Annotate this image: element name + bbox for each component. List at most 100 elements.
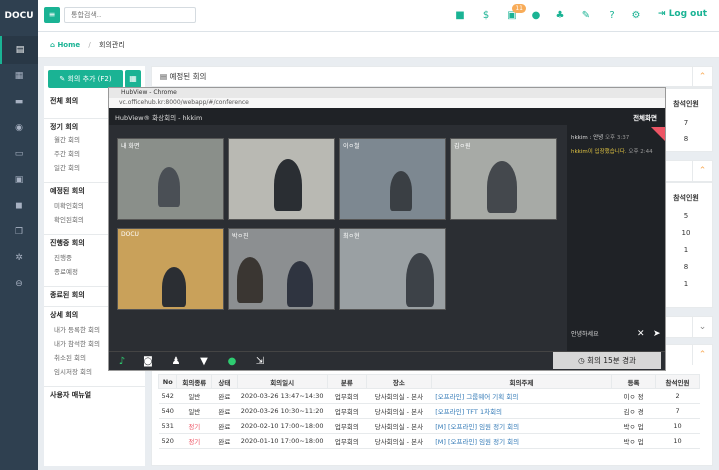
meeting-table: No 회의종류 상태 회의일시 분류 장소 회의주제 등록 참석인원 542 일반 완료 2020-0… [157, 374, 700, 449]
table-row[interactable]: 542 일반 완료 2020-03-26 13:47~14:30 업무회의 당사회의실 -… [158, 388, 700, 404]
column-header[interactable]: 상태 [211, 374, 238, 389]
table-cell[interactable]: [오프라인] TFT 1차회의 [431, 403, 612, 419]
elapsed-timer: ◷ 회의 15분 경과 [553, 352, 661, 369]
column-header[interactable]: 회의종류 [176, 374, 213, 389]
sidebar-globe-icon[interactable]: ◉ [0, 114, 38, 142]
tile-label: 이ㅇ철 [343, 143, 360, 150]
help-icon[interactable]: ? [604, 8, 620, 24]
tile-label: 김ㅇ원 [454, 143, 471, 150]
sidebar-meetings-icon[interactable]: ▤ [0, 36, 38, 64]
fullscreen-button[interactable]: 전체화면 [633, 112, 657, 122]
add-participant-icon[interactable]: ♟ [169, 355, 183, 368]
presenter-icon[interactable]: ▼ [197, 355, 211, 368]
elapsed-timer-text: 회의 15분 경과 [587, 356, 636, 365]
dollar-icon[interactable]: $ [478, 8, 494, 24]
chat-panel: hkkim : 안녕 오후 3:37 hkkim이 입장했습니다. 오후 2:4… [567, 125, 665, 351]
notification-icon[interactable]: ▣ 11 [504, 4, 526, 24]
sidebar-calendar-icon[interactable]: ▣ [0, 166, 38, 194]
table-cell: 10 [655, 433, 700, 449]
sidebar-copy-icon[interactable]: ❐ [0, 218, 38, 246]
column-header[interactable]: No [157, 374, 178, 389]
table-cell: 2020-01-10 17:00~18:00 [237, 433, 328, 449]
settings-icon[interactable]: ⚙ [628, 8, 644, 24]
video-tile[interactable]: 내 화면 [117, 138, 224, 220]
send-icon[interactable]: ➤ [653, 329, 661, 339]
table-cell: 2020-03-26 10:30~11:20 [237, 403, 328, 419]
column-header[interactable]: 회의일시 [236, 374, 328, 389]
sidebar-cart-icon[interactable]: ▬ [0, 88, 38, 116]
lock-icon[interactable]: ● [528, 8, 544, 24]
sidebar-docs-icon[interactable]: ▦ [0, 62, 38, 90]
clear-icon[interactable]: ✕ [637, 329, 645, 339]
table-cell: 완료 [211, 403, 238, 419]
tile-label: 내 화면 [121, 143, 140, 150]
table-row[interactable]: 540 일반 완료 2020-03-26 10:30~11:20 업무회의 당사회의실 -… [158, 403, 700, 419]
breadcrumb-home-label: Home [57, 41, 81, 49]
table-row[interactable]: 520 정기 완료 2020-01-10 17:00~18:00 업무회의 당사회의실 -… [158, 433, 700, 449]
chat-message: hkkim이 입장했습니다. 오후 2:44 [571, 147, 653, 155]
table-cell: 당사회의실 - 본사 [366, 418, 432, 434]
attendee-count: 10 [681, 229, 691, 237]
add-meeting-button[interactable]: ✎ 회의 추가 (F2) [48, 70, 123, 88]
chat-icon[interactable]: ● [225, 355, 239, 368]
scheduled-panel-header: ▤ 예정된 회의 [152, 67, 712, 87]
column-header[interactable]: 참석인원 [655, 374, 700, 389]
table-cell: 김ㅇ 경 [611, 403, 656, 419]
table-cell: 완료 [211, 433, 238, 449]
video-tile[interactable]: 김ㅇ원 [450, 138, 557, 220]
table-row[interactable]: 531 정기 완료 2020-02-10 17:00~18:00 업무회의 당사회의실 -… [158, 418, 700, 434]
scheduled-panel: ▤ 예정된 회의 ⌃ [151, 66, 713, 88]
table-cell: 일반 [176, 403, 212, 419]
chevron-up-icon[interactable]: ⌃ [692, 161, 712, 181]
participant-figure [487, 161, 517, 213]
menu-toggle-button[interactable]: ≡ [44, 7, 60, 23]
sidebar-item-17[interactable]: 사용자 매뉴얼 [44, 386, 145, 400]
table-cell: 당사회의실 - 본사 [366, 433, 432, 449]
table-cell: 완료 [211, 388, 238, 404]
chevron-up-icon[interactable]: ⌃ [692, 67, 712, 87]
participant-figure [237, 257, 263, 303]
address-bar[interactable]: vc.officehub.kr:8000/webapp/#/conference [109, 98, 665, 108]
column-header[interactable]: 회의주제 [430, 374, 613, 389]
table-cell: 일반 [176, 388, 212, 404]
chat-message: hkkim : 안녕 오후 3:37 [571, 133, 629, 141]
camera-icon[interactable]: ◙ [141, 355, 155, 368]
microphone-icon[interactable]: ♪ [115, 355, 129, 368]
table-cell[interactable]: [오프라인] 그룹웨어 기획 회의 [431, 388, 612, 404]
participant-figure [287, 261, 313, 307]
table-cell: 7 [655, 403, 700, 419]
chevron-up-icon[interactable]: ⌃ [692, 345, 712, 365]
table-cell: 이ㅇ 정 [611, 388, 656, 404]
video-tile[interactable] [228, 138, 335, 220]
logout-button[interactable]: ⇥ Log out [658, 9, 707, 19]
chat-message-text: hkkim이 입장했습니다. [571, 149, 627, 155]
table-cell: 520 [158, 433, 177, 449]
table-cell[interactable]: [M] [오프라인] 임원 정기 회의 [431, 418, 612, 434]
tile-label: DOCU [121, 231, 139, 238]
column-header[interactable]: 분류 [326, 374, 368, 389]
chevron-down-icon[interactable]: ⌄ [692, 317, 712, 337]
video-tile[interactable]: 박ㅇ진 [228, 228, 335, 310]
table-cell: 업무회의 [327, 388, 367, 404]
attendee-count: 8 [683, 135, 689, 143]
sidebar-gear-icon[interactable]: ✲ [0, 244, 38, 272]
video-tile[interactable]: 최ㅇ현 [339, 228, 446, 310]
attendee-count: 8 [683, 263, 689, 271]
chat-message-time: 오후 2:44 [628, 149, 653, 155]
video-icon[interactable]: ■ [452, 8, 468, 24]
column-header[interactable]: 장소 [366, 374, 432, 389]
column-header[interactable]: 등록 [611, 374, 657, 389]
sidebar-briefcase-icon[interactable]: ◼ [0, 192, 38, 220]
sidebar-signout-icon[interactable]: ⊖ [0, 270, 38, 298]
grid-view-button[interactable]: ▦ [125, 70, 141, 88]
table-cell[interactable]: [M] [오프라인] 임원 정기 회의 [431, 433, 612, 449]
edit-icon[interactable]: ✎ [578, 8, 594, 24]
org-chart-icon[interactable]: ♣ [552, 8, 568, 24]
video-tile[interactable]: DOCU [117, 228, 224, 310]
exit-icon[interactable]: ⇲ [253, 355, 267, 368]
sidebar-chart-icon[interactable]: ▭ [0, 140, 38, 168]
search-input[interactable]: 통합검색.. [64, 7, 196, 23]
video-tile[interactable]: 이ㅇ철 [339, 138, 446, 220]
breadcrumb-home[interactable]: ⌂ Home [50, 41, 80, 49]
notification-badge: 11 [512, 4, 526, 13]
